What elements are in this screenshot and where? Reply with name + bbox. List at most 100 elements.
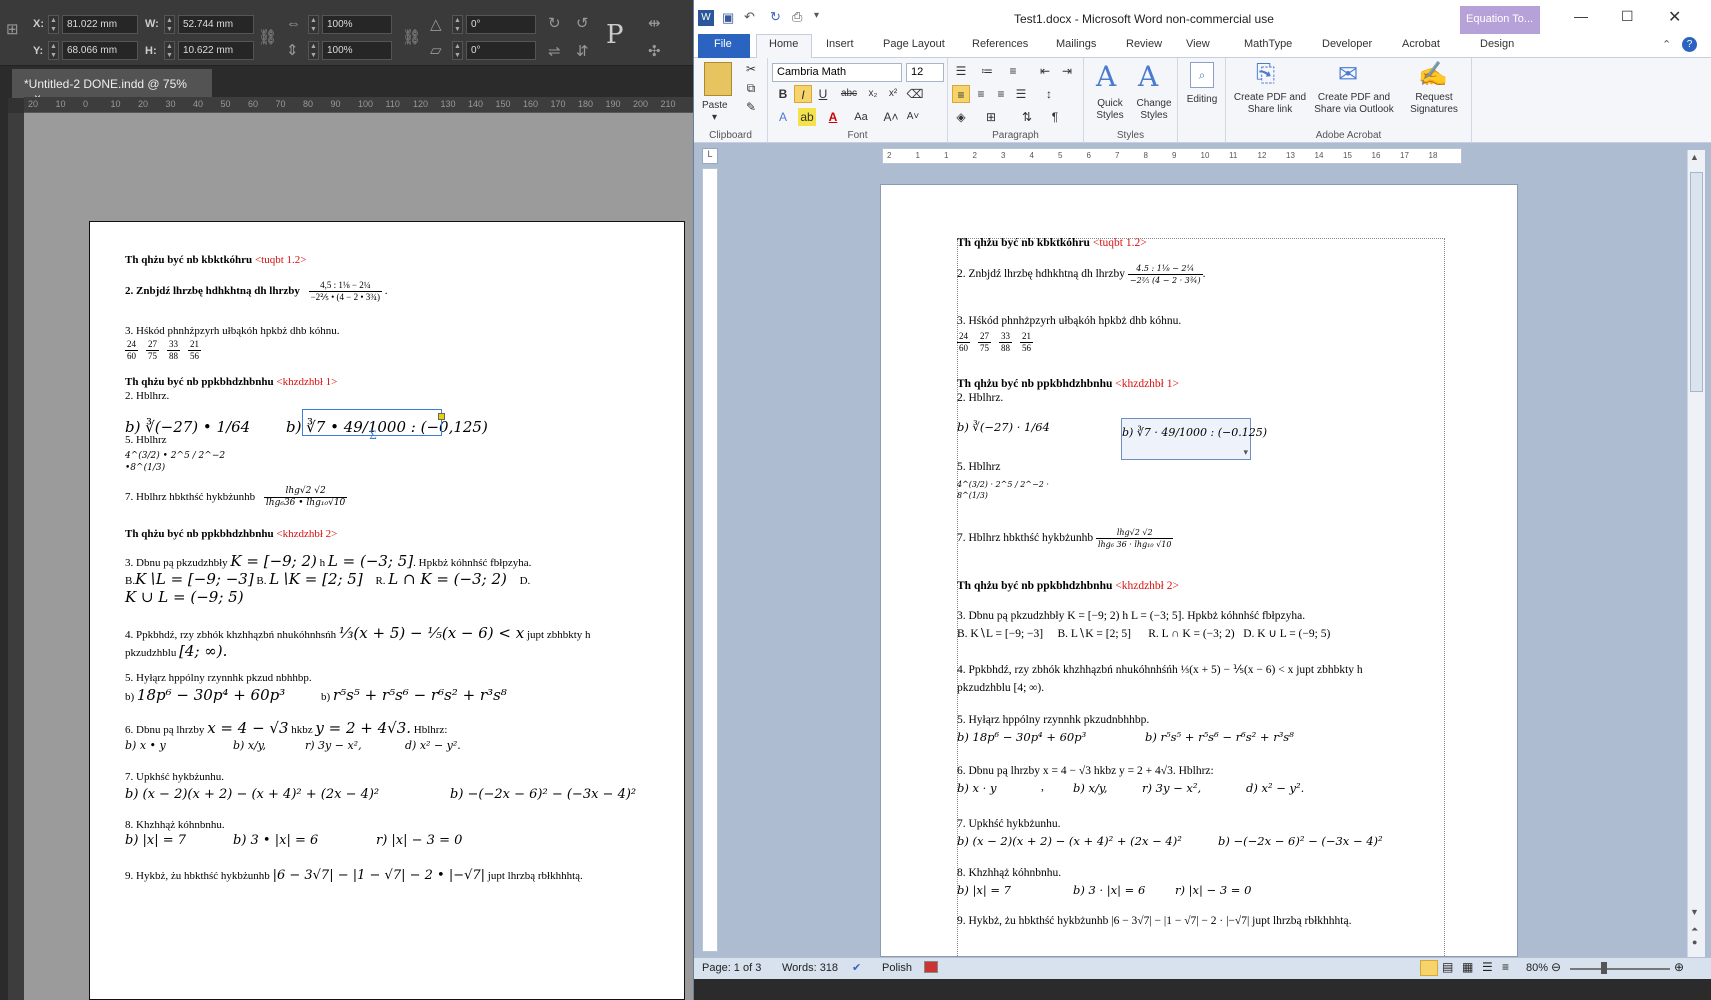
w-spinner[interactable]: ▲ ▼ (164, 15, 175, 34)
rotate-cw-icon[interactable]: ↻ (548, 14, 561, 32)
w-field[interactable]: 52.744 mm (178, 15, 254, 34)
y-spinner[interactable]: ▲ ▼ (48, 41, 59, 60)
word-vertical-ruler[interactable] (702, 168, 718, 952)
font-color-icon[interactable]: A (824, 108, 842, 126)
constrain-link-icon[interactable]: ⛓ (258, 28, 277, 46)
rotate-spinner[interactable]: ▲ ▼ (452, 15, 463, 34)
show-marks-icon[interactable]: ¶ (1046, 108, 1064, 126)
browse-object-icon[interactable]: ● (1692, 937, 1697, 947)
quick-access-dropdown-icon[interactable]: ▾ (814, 10, 819, 21)
scroll-thumb[interactable] (1690, 172, 1703, 392)
create-pdf-outlook-button[interactable]: Create PDF and Share via Outlook (1312, 92, 1396, 116)
align-right-icon[interactable]: ≡ (992, 85, 1010, 103)
underline-icon[interactable]: U (814, 85, 832, 103)
paragraph-p-icon[interactable]: P (606, 20, 624, 50)
multilevel-list-icon[interactable]: ≡ (1004, 62, 1022, 80)
close-icon[interactable]: ✕ (1668, 7, 1681, 27)
format-painter-icon[interactable]: ✎ (742, 98, 760, 116)
document-tab[interactable]: *Untitled-2 DONE.indd @ 75% × (12, 69, 212, 105)
align-left-icon[interactable]: ≡ (952, 85, 970, 103)
line-spacing-icon[interactable]: ↕ (1040, 85, 1058, 103)
numbering-icon[interactable]: ≔ (978, 62, 996, 80)
vertical-scrollbar[interactable]: ▲ ▼ ⏶ ● (1687, 150, 1705, 957)
change-styles-button[interactable]: Change Styles (1132, 98, 1176, 122)
signature-icon[interactable]: ✍ (1418, 60, 1448, 89)
pdf-outlook-icon[interactable]: ✉ (1338, 60, 1358, 89)
word-horizontal-ruler[interactable]: 2 1 1 2 3 4 5 6 7 8 9 10 11 12 13 14 15 16 17 18 (882, 148, 1462, 164)
selection-frame[interactable]: Σ (302, 409, 445, 442)
scale-y-field[interactable]: 100% (322, 41, 392, 60)
flip-icon[interactable]: ⇌ (548, 42, 561, 60)
sort-icon[interactable]: ⇅ (1018, 108, 1036, 126)
save-icon[interactable]: ▣ (722, 10, 734, 26)
proofing-icon[interactable]: ✔ (852, 961, 861, 974)
macro-recording-icon[interactable] (924, 961, 938, 973)
font-name-box[interactable]: Cambria Math (772, 63, 902, 82)
zoom-slider[interactable] (1570, 968, 1670, 970)
rotate-field[interactable]: 0° (466, 15, 536, 34)
subscript-icon[interactable]: x₂ (864, 85, 882, 103)
justify-icon[interactable]: ☰ (1012, 85, 1030, 103)
text-effects-icon[interactable]: A (774, 108, 792, 126)
tab-insert[interactable]: Insert (826, 38, 854, 50)
horizontal-ruler[interactable]: 20 10 0 10 20 30 40 50 60 70 80 90 100 110 120 130 140 15… (24, 97, 693, 113)
bullets-icon[interactable]: ☰ (952, 62, 970, 80)
undo-icon[interactable]: ↶ (744, 9, 755, 25)
shear-spinner[interactable]: ▲ ▼ (452, 41, 463, 60)
clear-formatting-icon[interactable]: ⌫ (906, 85, 924, 103)
change-styles-icon[interactable]: A (1138, 60, 1158, 93)
tab-references[interactable]: References (972, 38, 1028, 50)
equation-edit-box[interactable]: b) ∛7 · 49/1000 : (−0.125) ▾ (1121, 418, 1267, 460)
tab-review[interactable]: Review (1126, 38, 1162, 50)
tab-mathtype[interactable]: MathType (1244, 38, 1292, 50)
full-screen-icon[interactable]: ▤ (1442, 960, 1453, 974)
create-pdf-link-button[interactable]: Create PDF and Share link (1230, 92, 1310, 116)
italic-icon[interactable]: I (794, 85, 812, 103)
reference-point-icon[interactable]: ⊞ (6, 20, 19, 38)
superscript-icon[interactable]: x² (884, 85, 902, 103)
print-preview-icon[interactable]: ⎙ (792, 9, 802, 25)
zoom-in-icon[interactable]: ⊕ (1674, 960, 1684, 974)
rotate-ccw-icon[interactable]: ↺ (576, 14, 589, 32)
language[interactable]: Polish (882, 962, 912, 974)
tab-design[interactable]: Design (1480, 38, 1514, 50)
borders-icon[interactable]: ⊞ (982, 108, 1000, 126)
outline-icon[interactable]: ☰ (1482, 960, 1493, 974)
scroll-down-icon[interactable]: ▼ (1690, 907, 1699, 917)
tab-file[interactable]: File (714, 38, 732, 50)
h-field[interactable]: 10.622 mm (178, 41, 254, 60)
word-count[interactable]: Words: 318 (782, 962, 838, 974)
shear-field[interactable]: 0° (466, 41, 536, 60)
request-signatures-button[interactable]: Request Signatures (1398, 92, 1470, 116)
zoom-level[interactable]: 80% (1526, 962, 1548, 974)
scale-y-spinner[interactable]: ▲ ▼ (308, 41, 319, 60)
word-page[interactable]: Th qhżu być nb kbktkóhru <tuqbt 1.2> 2. … (880, 184, 1518, 968)
equation-b[interactable]: b) ∛7 · 49/1000 : (−0.125) (1122, 426, 1267, 439)
draft-icon[interactable]: ≡ (1502, 960, 1509, 974)
increase-indent-icon[interactable]: ⇥ (1058, 62, 1076, 80)
minimize-icon[interactable]: — (1574, 8, 1588, 24)
scroll-up-icon[interactable]: ▲ (1690, 152, 1699, 162)
align-center-icon[interactable]: ≡ (972, 85, 990, 103)
zoom-thumb[interactable] (1601, 962, 1607, 974)
paste-dropdown-icon[interactable]: ▾ (712, 112, 717, 124)
scale-x-spinner[interactable]: ▲ ▼ (308, 15, 319, 34)
help-icon[interactable]: ? (1682, 37, 1697, 52)
page-count[interactable]: Page: 1 of 3 (702, 962, 761, 974)
word-app-icon[interactable]: W (698, 10, 714, 26)
tab-developer[interactable]: Developer (1322, 38, 1372, 50)
quick-styles-icon[interactable]: A (1096, 60, 1116, 93)
editing-button[interactable]: Editing (1180, 94, 1224, 106)
flip-vertical-icon[interactable]: ⇵ (576, 42, 589, 60)
grow-font-icon[interactable]: A˄ (882, 108, 900, 126)
tab-acrobat[interactable]: Acrobat (1402, 38, 1440, 50)
select-container-icon[interactable]: ✣ (648, 42, 661, 60)
shrink-font-icon[interactable]: A˅ (904, 108, 922, 126)
pdf-link-icon[interactable]: ⎘ (1256, 60, 1275, 88)
quick-styles-button[interactable]: Quick Styles (1088, 98, 1132, 122)
find-icon[interactable]: ⌕ (1190, 62, 1214, 88)
equation-options-icon[interactable]: ▾ (1243, 447, 1248, 458)
decrease-indent-icon[interactable]: ⇤ (1036, 62, 1054, 80)
paste-icon[interactable] (704, 62, 732, 96)
paste-button[interactable]: Paste (702, 100, 728, 112)
